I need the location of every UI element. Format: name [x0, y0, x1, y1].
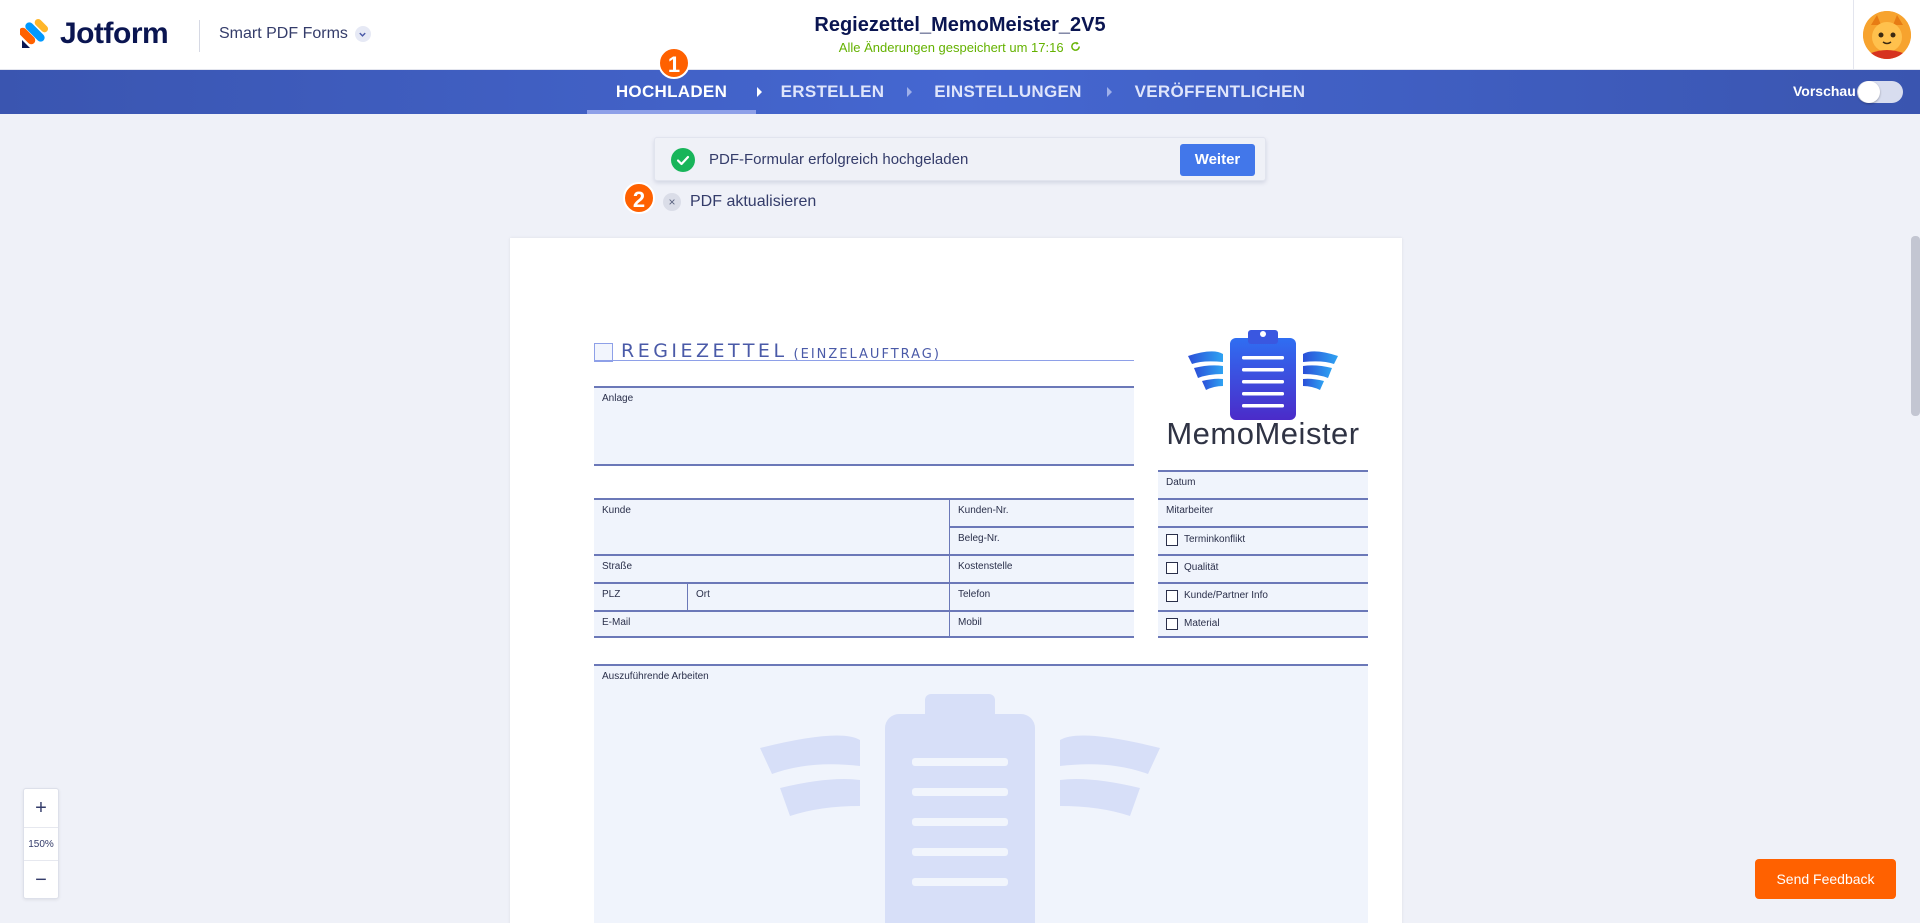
column-divider — [949, 498, 950, 638]
active-tab-indicator — [587, 110, 756, 114]
checkbox-label: Qualität — [1184, 562, 1219, 573]
field-label: Mobil — [958, 617, 982, 628]
field-beleg-nr[interactable]: Beleg-Nr. — [950, 526, 1134, 554]
send-feedback-button[interactable]: Send Feedback — [1755, 859, 1896, 899]
checkbox[interactable] — [1166, 590, 1178, 602]
field-plz[interactable]: PLZ — [594, 582, 687, 610]
field-strasse[interactable]: Straße — [594, 554, 949, 582]
field-label: PLZ — [602, 589, 621, 600]
zoom-level: 150% — [24, 827, 58, 861]
step-arrow-icon — [1107, 87, 1112, 97]
refresh-icon — [1071, 41, 1081, 51]
vertical-scrollbar[interactable] — [1911, 236, 1920, 416]
document-title[interactable]: Regiezettel_MemoMeister_2V5 — [0, 14, 1920, 37]
field-kunde[interactable]: Kunde — [594, 498, 949, 554]
check-circle-icon — [671, 148, 695, 172]
preview-toggle[interactable] — [1857, 81, 1903, 103]
save-status-text: Alle Änderungen gespeichert um 17:16 — [838, 40, 1064, 55]
form-title: REGIEZETTEL (EINZELAUFTRAG) — [594, 340, 941, 362]
watermark-logo-icon — [760, 694, 1160, 923]
field-label: Mitarbeiter — [1166, 505, 1214, 516]
preview-label: Vorschau — [1793, 83, 1856, 99]
step-badge-1: 1 — [658, 47, 690, 79]
zoom-in-button[interactable]: + — [24, 791, 58, 825]
field-email[interactable]: E-Mail — [594, 610, 949, 638]
user-avatar — [1863, 11, 1911, 59]
memomeister-brand-text: MemoMeister — [1166, 416, 1360, 451]
pdf-page: REGIEZETTEL (EINZELAUFTRAG) Anlage Kunde… — [510, 238, 1402, 923]
zoom-controls: + 150% − — [23, 788, 59, 899]
step-arrow-icon — [757, 87, 762, 97]
field-ort[interactable]: Ort — [688, 582, 949, 610]
zoom-out-button[interactable]: − — [24, 863, 58, 897]
close-icon[interactable]: × — [663, 193, 681, 211]
field-label: Auszuführende Arbeiten — [602, 671, 709, 682]
checkbox[interactable] — [1166, 618, 1178, 630]
field-label: Telefon — [958, 589, 991, 600]
field-label: Kunden-Nr. — [958, 505, 1009, 516]
field-label: Kostenstelle — [958, 561, 1013, 572]
field-label: Anlage — [602, 393, 634, 404]
step-arrow-icon — [907, 87, 912, 97]
user-menu[interactable] — [1853, 0, 1920, 70]
banner-message: PDF-Formular erfolgreich hochgeladen — [709, 151, 969, 168]
upload-success-banner: PDF-Formular erfolgreich hochgeladen Wei… — [654, 137, 1266, 181]
continue-button[interactable]: Weiter — [1180, 144, 1255, 176]
update-pdf-link[interactable]: × PDF aktualisieren — [663, 192, 816, 212]
checkbox-label: Kunde/Partner Info — [1184, 590, 1268, 601]
step-navigation: HOCHLADEN ERSTELLEN EINSTELLUNGEN VERÖFF… — [0, 70, 1920, 114]
column-divider — [687, 582, 688, 610]
checkbox-label: Terminkonflikt — [1184, 534, 1246, 545]
tab-veroeffentlichen[interactable]: VERÖFFENTLICHEN — [1122, 70, 1318, 114]
tab-erstellen[interactable]: ERSTELLEN — [770, 70, 895, 114]
form-title-main: REGIEZETTEL — [621, 340, 788, 362]
checkbox-label: Material — [1184, 618, 1220, 629]
field-label: Beleg-Nr. — [958, 533, 1000, 544]
top-header: Jotform Smart PDF Forms Regiezettel_Memo… — [0, 0, 1920, 70]
field-label: E-Mail — [602, 617, 631, 628]
field-mitarbeiter[interactable]: Mitarbeiter — [1158, 498, 1368, 526]
field-label: Datum — [1166, 477, 1196, 488]
checkbox-row[interactable]: Kunde/Partner Info — [1158, 582, 1368, 610]
tab-einstellungen[interactable]: EINSTELLUNGEN — [922, 70, 1094, 114]
field-kunden-nr[interactable]: Kunden-Nr. — [950, 498, 1134, 526]
checkbox[interactable] — [1166, 534, 1178, 546]
step-badge-2: 2 — [623, 182, 655, 214]
field-telefon[interactable]: Telefon — [950, 582, 1134, 610]
field-label: Ort — [696, 589, 710, 600]
checkbox-row[interactable]: Material — [1158, 610, 1368, 638]
checkbox-row[interactable]: Terminkonflikt — [1158, 526, 1368, 554]
title-underline — [594, 360, 1134, 361]
toggle-knob — [1858, 81, 1880, 103]
field-datum[interactable]: Datum — [1158, 470, 1368, 498]
field-mobil[interactable]: Mobil — [950, 610, 1134, 638]
save-status: Alle Änderungen gespeichert um 17:16 — [0, 40, 1920, 55]
field-label: Straße — [602, 561, 633, 572]
field-kostenstelle[interactable]: Kostenstelle — [950, 554, 1134, 582]
field-label: Kunde — [602, 505, 631, 516]
field-anlage[interactable]: Anlage — [594, 386, 1134, 466]
checkbox[interactable] — [1166, 562, 1178, 574]
checkbox-row[interactable]: Qualität — [1158, 554, 1368, 582]
update-pdf-label: PDF aktualisieren — [690, 193, 817, 210]
